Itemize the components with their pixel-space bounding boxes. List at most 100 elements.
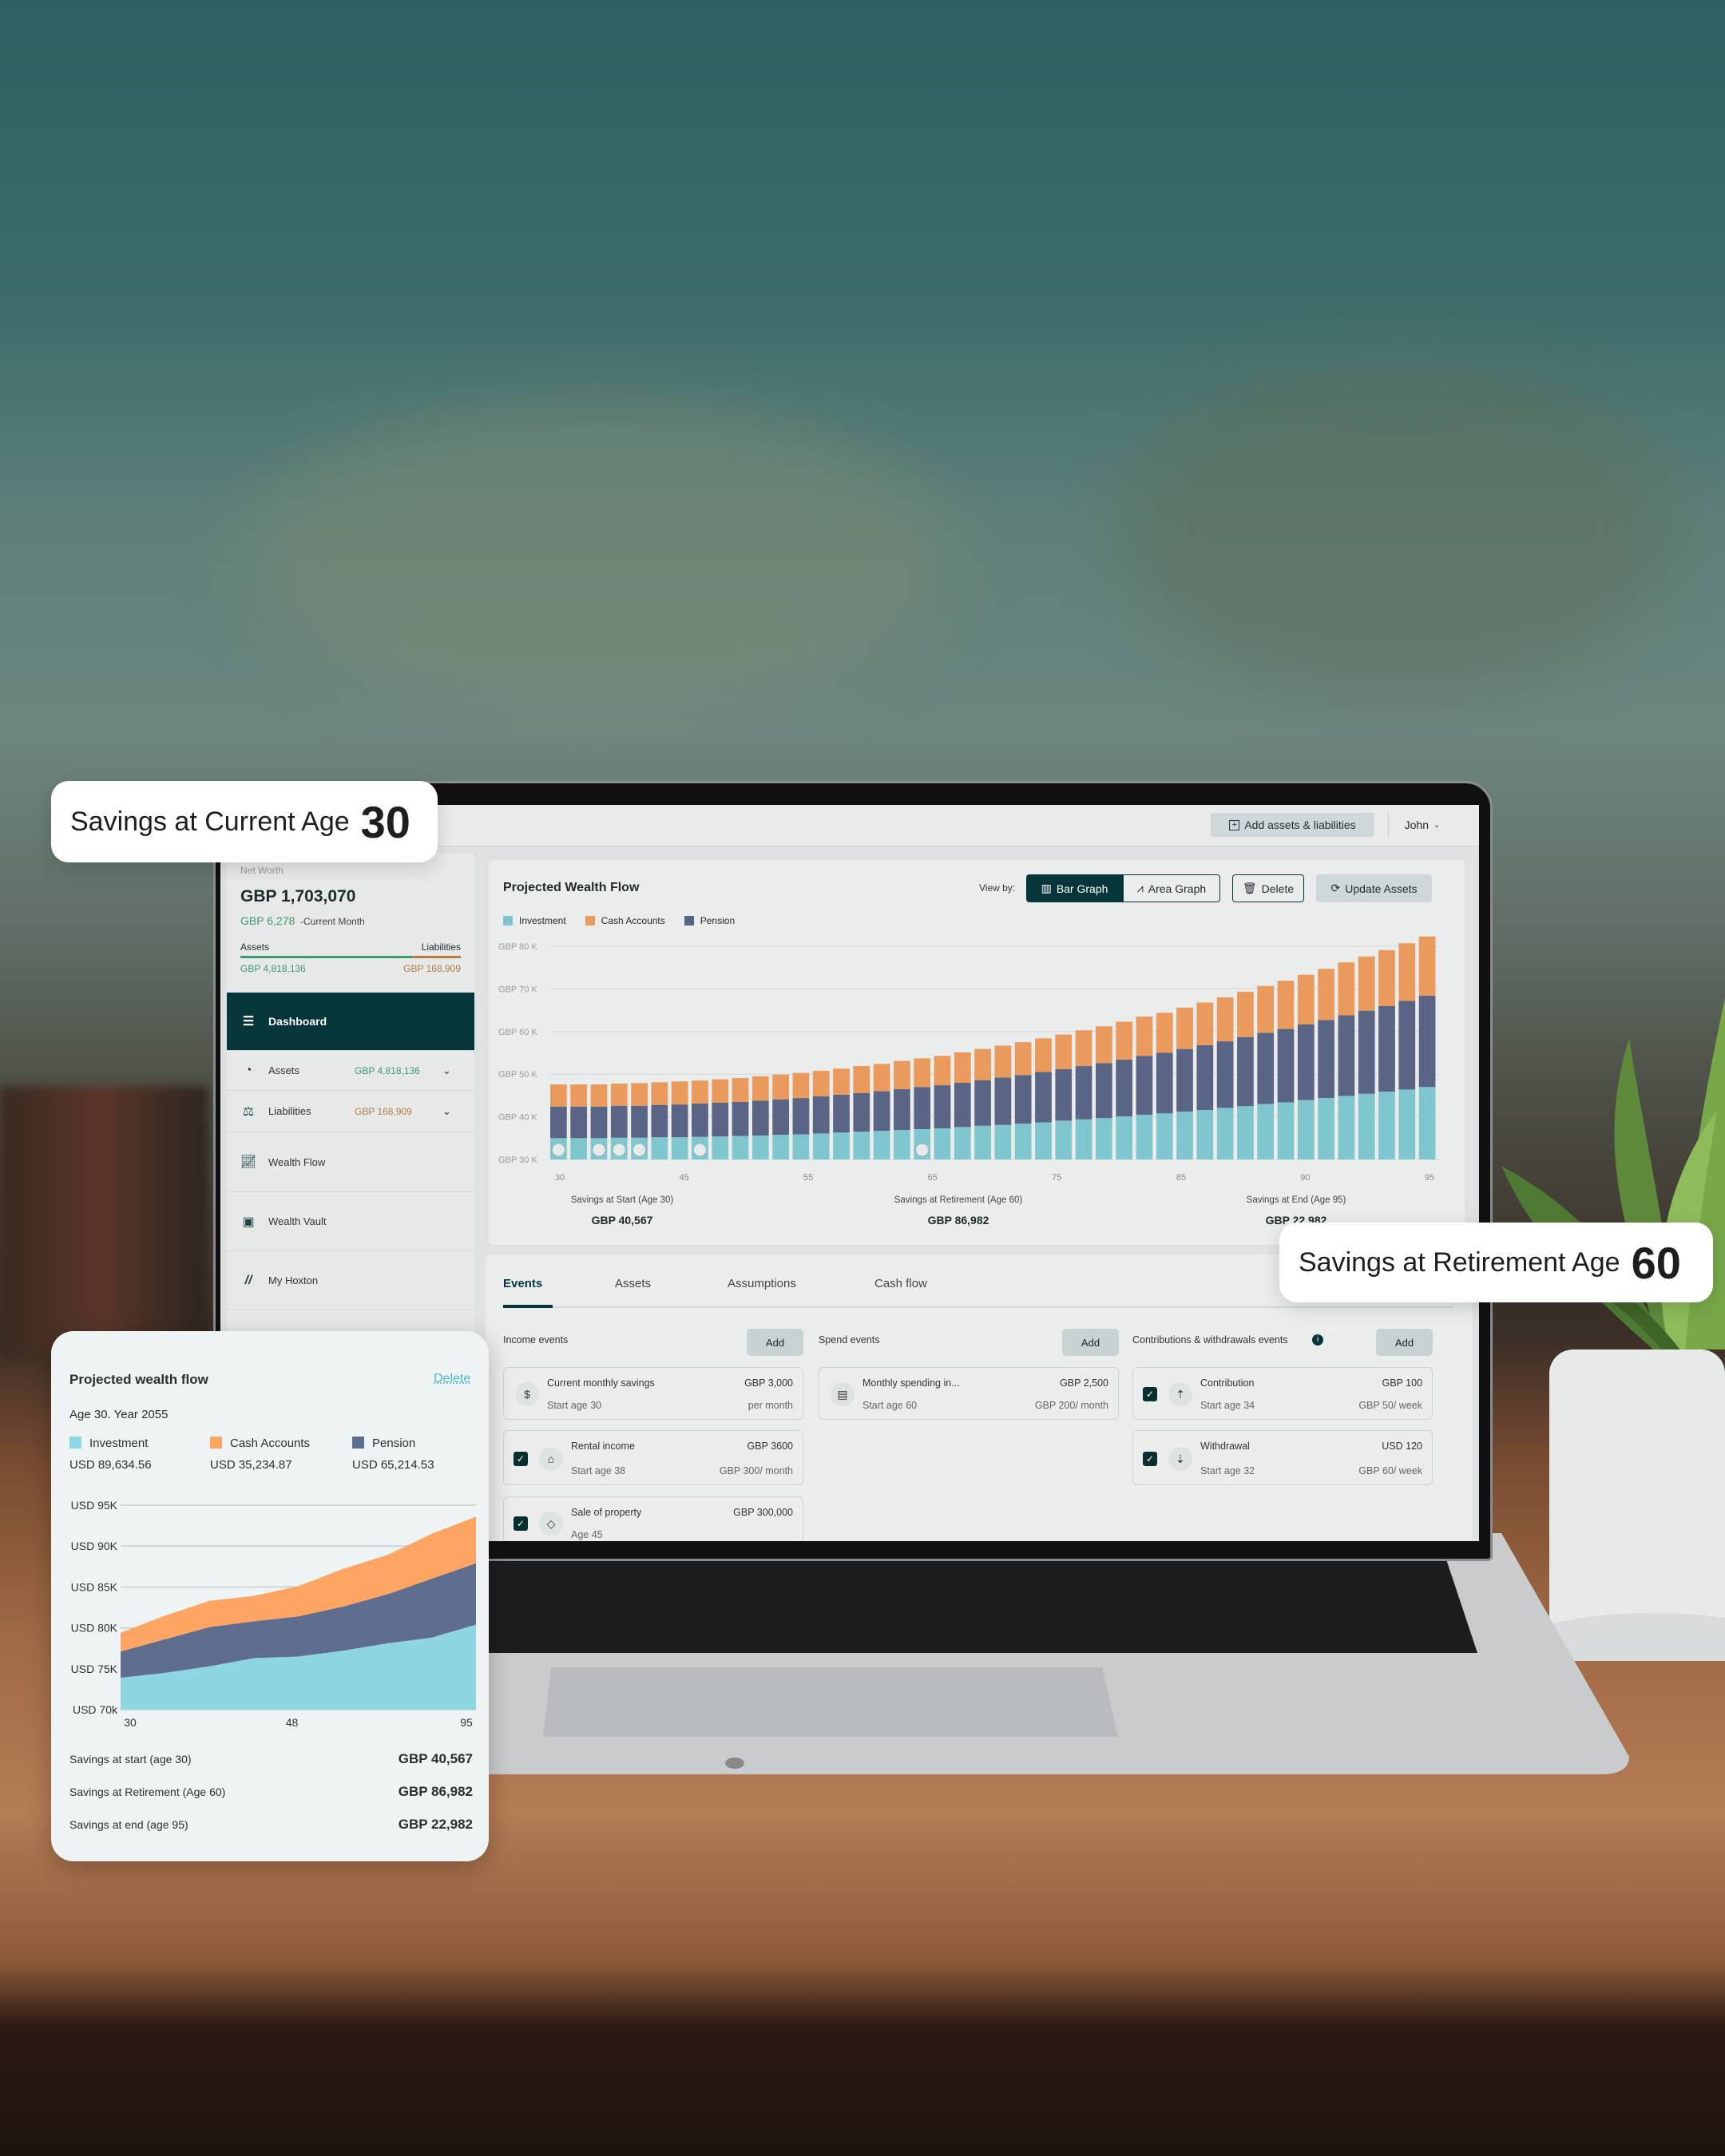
bar-segment-investment[interactable] xyxy=(873,1131,890,1159)
bar-segment-pension[interactable] xyxy=(833,1094,850,1133)
bar-segment-investment[interactable] xyxy=(994,1124,1012,1159)
bar-segment-pension[interactable] xyxy=(954,1082,971,1128)
bar-segment-pension[interactable] xyxy=(812,1096,830,1134)
bar-segment-pension[interactable] xyxy=(974,1080,991,1126)
bar-segment-cash-accounts[interactable] xyxy=(692,1080,708,1104)
bar-segment-cash-accounts[interactable] xyxy=(1216,997,1234,1042)
bar-segment-cash-accounts[interactable] xyxy=(1418,936,1436,996)
bar-segment-pension[interactable] xyxy=(692,1104,708,1137)
bar-segment-cash-accounts[interactable] xyxy=(1095,1026,1112,1064)
bar-segment-investment[interactable] xyxy=(1398,1089,1416,1159)
bar-segment-pension[interactable] xyxy=(1257,1032,1275,1104)
add-assets-liabilities-button[interactable]: + Add assets & liabilities xyxy=(1211,813,1374,837)
bar-segment-pension[interactable] xyxy=(651,1104,668,1138)
bar-segment-cash-accounts[interactable] xyxy=(812,1070,830,1096)
bar-segment-pension[interactable] xyxy=(1418,995,1436,1088)
bar-segment-cash-accounts[interactable] xyxy=(974,1048,991,1080)
bar-segment-investment[interactable] xyxy=(934,1128,951,1159)
bar-segment-pension[interactable] xyxy=(1014,1075,1032,1124)
sidebar-item-liabilities[interactable]: ⚖ Liabilities GBP 168,909 ⌄ xyxy=(227,1091,474,1132)
bar-segment-cash-accounts[interactable] xyxy=(671,1081,688,1105)
info-icon[interactable]: i xyxy=(1312,1334,1323,1346)
bar-segment-cash-accounts[interactable] xyxy=(1318,969,1334,1021)
bar-segment-cash-accounts[interactable] xyxy=(1338,962,1355,1016)
bar-segment-investment[interactable] xyxy=(1176,1112,1193,1159)
bar-segment-pension[interactable] xyxy=(1398,1001,1416,1090)
bar-segment-pension[interactable] xyxy=(1277,1028,1295,1103)
bar-segment-cash-accounts[interactable] xyxy=(954,1052,971,1083)
bar-segment-investment[interactable] xyxy=(712,1136,729,1159)
bar-segment-investment[interactable] xyxy=(1358,1093,1375,1159)
bar-segment-cash-accounts[interactable] xyxy=(590,1084,608,1107)
bar-segment-investment[interactable] xyxy=(1035,1122,1052,1159)
bar-segment-investment[interactable] xyxy=(1277,1102,1295,1159)
user-menu[interactable]: John ⌄ xyxy=(1398,813,1446,837)
sidebar-item-wealth-vault[interactable]: ▣ Wealth Vault xyxy=(227,1192,474,1251)
checkbox-checked[interactable]: ✓ xyxy=(514,1516,528,1531)
bar-segment-cash-accounts[interactable] xyxy=(833,1068,850,1095)
withdrawal-icon[interactable] xyxy=(592,1143,606,1157)
bar-segment-pension[interactable] xyxy=(772,1099,789,1135)
bar-segment-cash-accounts[interactable] xyxy=(712,1079,729,1103)
bar-segment-cash-accounts[interactable] xyxy=(751,1076,769,1101)
bar-segment-pension[interactable] xyxy=(550,1106,567,1139)
bar-segment-cash-accounts[interactable] xyxy=(873,1064,890,1092)
bar-segment-investment[interactable] xyxy=(732,1135,749,1159)
tag-icon[interactable] xyxy=(692,1143,707,1157)
bar-segment-investment[interactable] xyxy=(570,1138,588,1159)
bar-segment-cash-accounts[interactable] xyxy=(732,1078,749,1102)
bar-segment-investment[interactable] xyxy=(772,1135,789,1159)
bar-segment-investment[interactable] xyxy=(1014,1124,1032,1159)
bar-segment-pension[interactable] xyxy=(1237,1036,1254,1107)
bar-segment-cash-accounts[interactable] xyxy=(570,1084,588,1107)
bar-segment-cash-accounts[interactable] xyxy=(1297,974,1315,1024)
event-card[interactable]: ✓ ◇ Sale of property Age 45 GBP 300,000 xyxy=(503,1496,803,1541)
bar-segment-pension[interactable] xyxy=(1176,1048,1193,1112)
bar-segment-pension[interactable] xyxy=(934,1085,951,1129)
bar-segment-cash-accounts[interactable] xyxy=(610,1083,628,1106)
bar-segment-pension[interactable] xyxy=(1035,1072,1052,1123)
bar-segment-investment[interactable] xyxy=(833,1132,850,1159)
bar-segment-investment[interactable] xyxy=(1095,1118,1112,1159)
bar-segment-pension[interactable] xyxy=(1156,1052,1173,1114)
home-icon[interactable] xyxy=(632,1143,647,1157)
bar-segment-pension[interactable] xyxy=(1136,1056,1153,1115)
sidebar-item-my-hoxton[interactable]: //My Hoxton xyxy=(227,1251,474,1310)
event-card[interactable]: $ Current monthly savings Start age 30 GBP … xyxy=(503,1367,803,1420)
bar-segment-cash-accounts[interactable] xyxy=(631,1083,648,1106)
bar-segment-cash-accounts[interactable] xyxy=(772,1074,789,1100)
bar-segment-investment[interactable] xyxy=(954,1127,971,1159)
bar-segment-pension[interactable] xyxy=(671,1104,688,1138)
sidebar-item-wealth-flow[interactable]: 📈︎ Wealth Flow xyxy=(227,1132,474,1192)
bar-segment-cash-accounts[interactable] xyxy=(1116,1021,1133,1060)
bar-segment-cash-accounts[interactable] xyxy=(1055,1034,1073,1069)
bar-segment-investment[interactable] xyxy=(1338,1096,1355,1159)
chevron-down-icon[interactable]: ⌄ xyxy=(442,1064,451,1077)
contribution-icon[interactable] xyxy=(612,1143,626,1157)
bar-segment-cash-accounts[interactable] xyxy=(1014,1042,1032,1076)
checkbox-checked[interactable]: ✓ xyxy=(1143,1387,1157,1401)
tab-assets[interactable]: Assets xyxy=(615,1277,651,1290)
bar-segment-investment[interactable] xyxy=(812,1133,830,1159)
bar-segment-investment[interactable] xyxy=(1055,1120,1073,1159)
bar-segment-investment[interactable] xyxy=(1257,1104,1275,1159)
bar-segment-pension[interactable] xyxy=(894,1088,910,1131)
bar-segment-pension[interactable] xyxy=(1116,1060,1133,1117)
bar-segment-cash-accounts[interactable] xyxy=(934,1056,951,1086)
bar-segment-pension[interactable] xyxy=(751,1100,769,1136)
bar-segment-pension[interactable] xyxy=(570,1106,588,1139)
bar-segment-pension[interactable] xyxy=(1075,1066,1092,1120)
bar-segment-cash-accounts[interactable] xyxy=(1136,1017,1153,1056)
bar-segment-pension[interactable] xyxy=(1095,1063,1112,1119)
bar-segment-investment[interactable] xyxy=(1297,1100,1315,1159)
spending-icon[interactable] xyxy=(915,1143,930,1157)
bar-segment-investment[interactable] xyxy=(751,1135,769,1159)
tab-assumptions[interactable]: Assumptions xyxy=(728,1277,796,1290)
tab-cash-flow[interactable]: Cash flow xyxy=(874,1277,927,1290)
bar-segment-pension[interactable] xyxy=(792,1098,810,1135)
bar-segment-pension[interactable] xyxy=(1378,1005,1395,1092)
bar-segment-cash-accounts[interactable] xyxy=(651,1082,668,1105)
bar-segment-investment[interactable] xyxy=(1196,1110,1214,1159)
bar-segment-pension[interactable] xyxy=(1338,1015,1355,1096)
event-card[interactable]: ✓ ⇣ Withdrawal Start age 32 USD 120 GBP 60/ w… xyxy=(1132,1430,1433,1485)
